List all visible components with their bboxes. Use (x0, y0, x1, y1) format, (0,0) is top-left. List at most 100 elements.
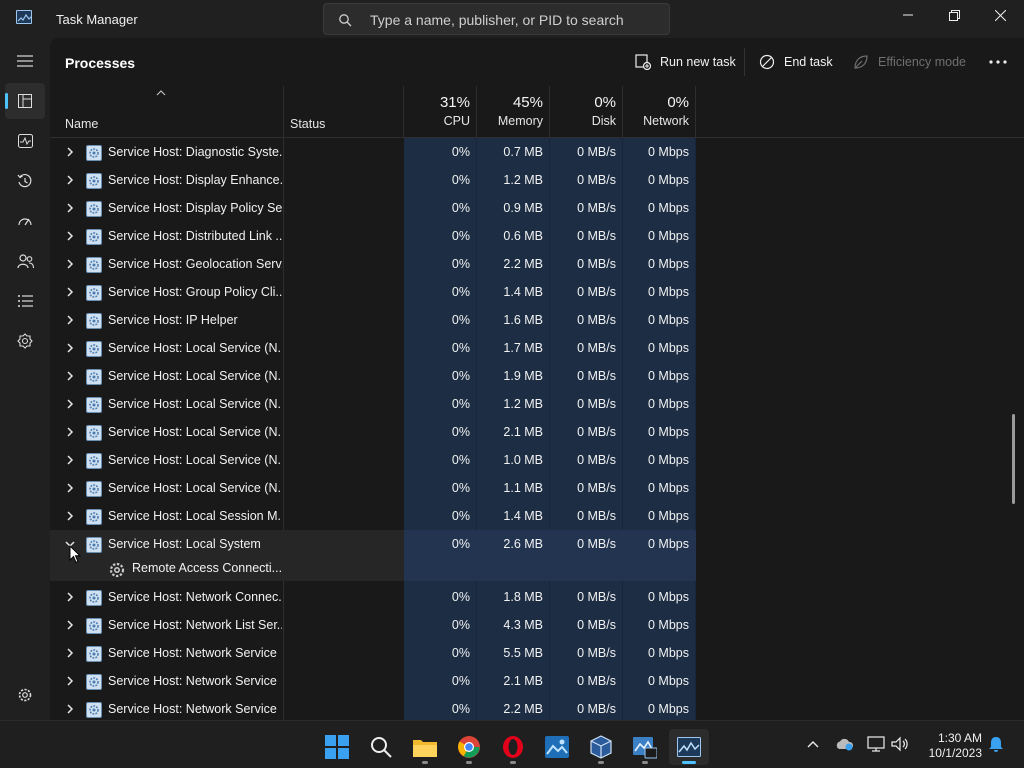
notifications-button[interactable] (987, 735, 1005, 753)
disk-label: Disk (591, 114, 616, 128)
process-disk: 0 MB/s (577, 369, 616, 383)
taskbar-task-manager[interactable] (669, 729, 709, 765)
process-row[interactable]: Service Host: Display Enhance... 0% 1.2 MB… (50, 166, 696, 194)
taskbar-photo-app[interactable] (537, 729, 577, 765)
process-memory: 2.1 MB (503, 674, 543, 688)
chevron-right-icon[interactable] (64, 174, 76, 186)
column-disk-header[interactable]: 0% Disk (550, 94, 616, 128)
process-row[interactable]: Service Host: Local Service (N... 0% 1.9 M… (50, 362, 696, 390)
process-row[interactable]: Service Host: Diagnostic Syste... 0% 0.7 M… (50, 138, 696, 166)
nav-settings[interactable] (5, 677, 45, 713)
process-row[interactable]: Service Host: Network Connec... 0% 1.8 MB 0… (50, 583, 696, 611)
search-box[interactable] (323, 3, 670, 35)
nav-app-history[interactable] (5, 163, 45, 199)
process-row[interactable]: Service Host: Group Policy Cli... 0% 1.4 M… (50, 278, 696, 306)
taskbar-chrome[interactable] (449, 729, 489, 765)
settings-icon (18, 688, 32, 702)
child-process-row[interactable]: Remote Access Connecti... (50, 556, 696, 581)
chevron-right-icon[interactable] (64, 675, 76, 687)
process-network: 0 Mbps (648, 173, 689, 187)
chevron-right-icon[interactable] (64, 342, 76, 354)
nav-performance[interactable] (5, 123, 45, 159)
chevron-right-icon[interactable] (64, 370, 76, 382)
nav-startup-apps[interactable] (5, 203, 45, 239)
column-network-header[interactable]: 0% Network (623, 94, 689, 128)
processes-panel: Processes Run new task End task Efficien… (50, 38, 1024, 720)
end-task-button[interactable]: End task (759, 52, 833, 72)
more-options-button[interactable] (984, 52, 1012, 72)
process-name: Service Host: Local System (108, 537, 261, 551)
opera-icon (503, 736, 523, 758)
process-network: 0 Mbps (648, 369, 689, 383)
selected-metric-bg (404, 556, 696, 581)
show-hidden-icons-button[interactable] (804, 735, 822, 753)
close-button[interactable] (977, 0, 1023, 30)
chevron-right-icon[interactable] (64, 619, 76, 631)
process-row[interactable]: Service Host: Local Service (N... 0% 2.1 M… (50, 418, 696, 446)
process-row[interactable]: Service Host: Network Service 0% 2.2 MB 0 M… (50, 695, 696, 720)
process-cpu: 0% (451, 285, 470, 299)
chevron-right-icon[interactable] (64, 146, 76, 158)
process-row[interactable]: Service Host: Local Service (N... 0% 1.0 M… (50, 446, 696, 474)
volume-tray[interactable] (891, 735, 909, 753)
chevron-right-icon[interactable] (64, 202, 76, 214)
chevron-right-icon[interactable] (64, 482, 76, 494)
process-memory: 0.9 MB (503, 201, 543, 215)
hamburger-menu-button[interactable] (5, 43, 45, 79)
nav-details[interactable] (5, 283, 45, 319)
taskbar-file-explorer[interactable] (405, 729, 445, 765)
nav-services[interactable] (5, 323, 45, 359)
start-button[interactable] (317, 729, 357, 765)
restore-button[interactable] (931, 0, 977, 30)
column-cpu-header[interactable]: 31% CPU (404, 94, 470, 128)
minimize-button[interactable] (885, 0, 931, 30)
process-name: Remote Access Connecti... (132, 561, 282, 575)
chevron-right-icon[interactable] (64, 510, 76, 522)
process-row[interactable]: Service Host: Local Service (N... 0% 1.2 M… (50, 390, 696, 418)
run-new-task-button[interactable]: Run new task (635, 52, 736, 72)
process-row[interactable]: Service Host: Network List Ser... 0% 4.3 M… (50, 611, 696, 639)
column-status-header[interactable]: Status (290, 117, 325, 131)
search-input[interactable] (370, 10, 660, 30)
onedrive-tray[interactable] (836, 735, 854, 753)
process-memory: 1.1 MB (503, 481, 543, 495)
process-row[interactable]: Service Host: Local Service (N... 0% 1.7 M… (50, 334, 696, 362)
process-memory: 5.5 MB (503, 646, 543, 660)
process-row[interactable]: Service Host: Local Session M... 0% 1.4 MB… (50, 502, 696, 530)
taskbar-clock[interactable]: 1:30 AM 10/1/2023 (920, 731, 982, 761)
scrollbar-thumb[interactable] (1012, 414, 1015, 504)
chevron-right-icon[interactable] (64, 230, 76, 242)
taskbar-opera[interactable] (493, 729, 533, 765)
process-row[interactable]: Service Host: Distributed Link ... 0% 0.6 … (50, 222, 696, 250)
chevron-right-icon[interactable] (64, 591, 76, 603)
process-memory: 1.2 MB (503, 173, 543, 187)
process-row[interactable]: Service Host: Network Service 0% 5.5 MB 0 M… (50, 639, 696, 667)
chevron-right-icon[interactable] (64, 426, 76, 438)
network-tray[interactable] (867, 735, 885, 753)
process-row[interactable]: Service Host: IP Helper 0% 1.6 MB 0 MB/s 0 M… (50, 306, 696, 334)
taskbar-search-button[interactable] (361, 729, 401, 765)
chevron-right-icon[interactable] (64, 454, 76, 466)
chevron-right-icon[interactable] (64, 258, 76, 270)
column-name-header[interactable]: Name (65, 117, 98, 131)
process-name: Service Host: Local Service (N... (108, 481, 282, 495)
chevron-right-icon[interactable] (64, 703, 76, 715)
process-row[interactable]: Service Host: Display Policy Se... 0% 0.9 … (50, 194, 696, 222)
chevron-right-icon[interactable] (64, 647, 76, 659)
process-disk: 0 MB/s (577, 229, 616, 243)
process-row[interactable]: Service Host: Network Service 0% 2.1 MB 0 M… (50, 667, 696, 695)
column-memory-header[interactable]: 45% Memory (477, 94, 543, 128)
nav-processes[interactable] (5, 83, 45, 119)
chevron-right-icon[interactable] (64, 286, 76, 298)
chevron-right-icon[interactable] (64, 314, 76, 326)
process-row[interactable]: Service Host: Geolocation Serv... 0% 2.2 M… (50, 250, 696, 278)
efficiency-mode-button[interactable]: Efficiency mode (853, 52, 966, 72)
process-row[interactable]: Service Host: Local Service (N... 0% 1.1 M… (50, 474, 696, 502)
nav-users[interactable] (5, 243, 45, 279)
process-memory: 1.4 MB (503, 285, 543, 299)
taskbar-win10-app[interactable] (625, 729, 665, 765)
process-row[interactable]: Service Host: Local System 0% 2.6 MB 0 MB/s… (50, 530, 696, 558)
chevron-right-icon[interactable] (64, 398, 76, 410)
service-host-icon (86, 201, 102, 217)
taskbar-virtualbox[interactable] (581, 729, 621, 765)
